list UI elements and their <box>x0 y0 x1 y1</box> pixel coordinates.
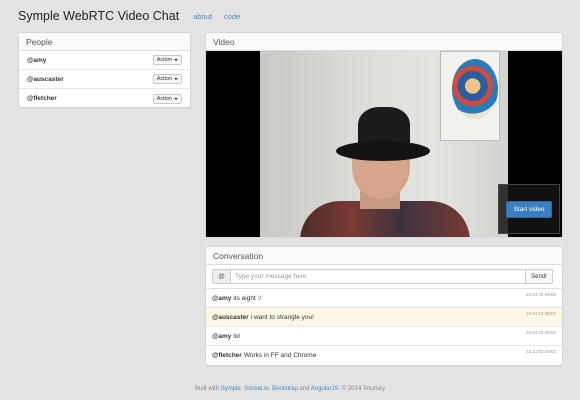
message-row: @amy its aight :/ 15:53:34 05/03 <box>206 289 562 308</box>
message-time: 15:54:22 05/03 <box>525 330 556 335</box>
app-brand[interactable]: Symple WebRTC Video Chat <box>18 9 179 23</box>
person-action-button[interactable]: Action <box>152 55 182 65</box>
person-action-button[interactable]: Action <box>152 74 182 84</box>
message-row: @amy lol 15:54:22 05/03 <box>206 327 562 346</box>
person-action-button[interactable]: Action <box>152 93 182 104</box>
footer-separator: , <box>268 386 271 392</box>
message-time: 15:53:34 05/03 <box>525 292 556 297</box>
message-row: @fletcher Works in FF and Chrome 15:11:5… <box>206 346 562 365</box>
people-panel: People @amy Action @auscaster Action @fl… <box>18 32 191 108</box>
conversation-panel: Conversation @ Send! @amy its aight :/ 1… <box>205 246 563 366</box>
caret-down-icon <box>174 59 178 61</box>
video-panel: Video Start video <box>205 32 563 237</box>
message-time: 15:54:13 05/03 <box>525 311 556 316</box>
footer-prefix: Built with <box>195 386 220 392</box>
people-heading: People <box>19 33 190 51</box>
code-link[interactable]: code <box>224 12 240 21</box>
action-label: Action <box>156 95 172 102</box>
navbar: Symple WebRTC Video Chat about code <box>0 0 580 32</box>
video-heading: Video <box>206 33 562 51</box>
message-text: lol <box>233 332 240 340</box>
message-user: @auscaster <box>212 313 249 321</box>
send-button[interactable]: Send! <box>525 269 553 284</box>
message-row: @auscaster i want to strangle you! 15:54… <box>206 308 562 327</box>
person-name: @amy <box>27 56 47 64</box>
caret-down-icon <box>174 78 178 80</box>
footer-separator: , <box>240 386 243 392</box>
local-video-preview: Start video <box>498 184 560 234</box>
conversation-heading: Conversation <box>206 247 562 265</box>
video-stream: Start video <box>206 51 562 237</box>
message-text: Works in FF and Chrome <box>243 352 317 359</box>
at-addon: @ <box>212 269 230 284</box>
footer: Built with Symple, Socket.io, Bootstrap … <box>0 386 580 392</box>
action-label: Action <box>156 57 172 63</box>
bootstrap-link[interactable]: Bootstrap <box>272 386 298 392</box>
message-text: its aight :/ <box>233 294 262 302</box>
webcam-image <box>260 51 508 237</box>
message-time: 15:11:53 05/03 <box>526 349 556 354</box>
socketio-link[interactable]: Socket.io <box>244 386 269 392</box>
action-label: Action <box>156 76 172 82</box>
start-video-button[interactable]: Start video <box>506 200 552 218</box>
footer-copyright: . © 2014 Sourcey <box>338 386 385 392</box>
symple-link[interactable]: Symple <box>221 386 241 392</box>
person-row: @fletcher Action <box>19 89 190 108</box>
footer-and: and <box>299 386 310 392</box>
message-user: @amy <box>212 332 232 340</box>
message-user: @fletcher <box>212 352 242 359</box>
message-input[interactable] <box>230 269 526 284</box>
person-row: @amy Action <box>19 51 190 70</box>
message-user: @amy <box>212 294 232 302</box>
about-link[interactable]: about <box>193 12 212 21</box>
person-name: @auscaster <box>27 75 64 83</box>
message-input-group: @ Send! <box>206 265 562 289</box>
angularjs-link[interactable]: AngularJS <box>311 386 339 392</box>
caret-down-icon <box>174 97 178 100</box>
message-text: i want to strangle you! <box>250 313 314 321</box>
person-row: @auscaster Action <box>19 70 190 89</box>
person-name: @fletcher <box>27 95 57 102</box>
